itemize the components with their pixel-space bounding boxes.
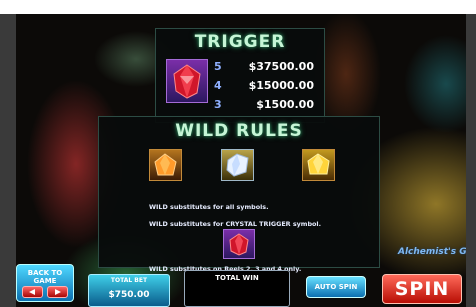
total-win-label: TOTAL WIN [215,274,259,282]
spin-button[interactable]: SPIN [382,274,462,304]
wild-rules-panel: WILD RULES WILD substitutes for all symb… [98,116,380,273]
total-win-display: TOTAL WIN [184,270,290,307]
wild-crystal-icon [223,229,255,259]
payout-value: $37500.00 [248,60,314,73]
gold-gem-icon [302,149,335,181]
right-frame [466,14,476,307]
payout-count: 5 [214,60,222,73]
payout-row: 4 $15000.00 [214,78,322,97]
payout-value: $1500.00 [256,98,314,111]
payout-row: 5 $37500.00 [214,59,322,78]
white-gem-icon [221,149,254,181]
arrow-left-icon [29,289,35,295]
payout-value: $15000.00 [248,79,314,92]
payout-count: 3 [214,98,222,111]
total-bet-value: $750.00 [108,290,150,300]
payout-row: 3 $1500.00 [214,97,322,116]
arrow-right-icon [55,289,61,295]
wild-rules-title: WILD RULES [175,121,303,141]
top-strip [0,0,476,14]
trigger-title: TRIGGER [194,32,286,52]
total-bet-display: TOTAL BET $750.00 [88,274,170,307]
auto-spin-button[interactable]: AUTO SPIN [306,276,366,298]
game-logo: Alchemist's Gold [398,247,466,257]
trigger-payout-table: 5 $37500.00 4 $15000.00 3 $1500.00 [214,59,322,116]
next-page-button[interactable] [47,286,68,298]
total-bet-label: TOTAL BET [110,277,148,284]
left-frame [0,14,16,307]
wild-rule-text: WILD substitutes for all symbols. [149,203,269,211]
payout-count: 4 [214,79,222,92]
previous-page-button[interactable] [22,286,43,298]
trigger-paytable-panel: TRIGGER 5 $37500.00 4 $15000.00 3 $1500.… [155,28,325,123]
red-crystal-icon [166,59,208,103]
wild-rule-text: WILD substitutes for CRYSTAL TRIGGER sym… [149,220,322,228]
game-screen: TRIGGER 5 $37500.00 4 $15000.00 3 $1500.… [16,14,466,307]
orange-gem-icon [149,149,182,181]
